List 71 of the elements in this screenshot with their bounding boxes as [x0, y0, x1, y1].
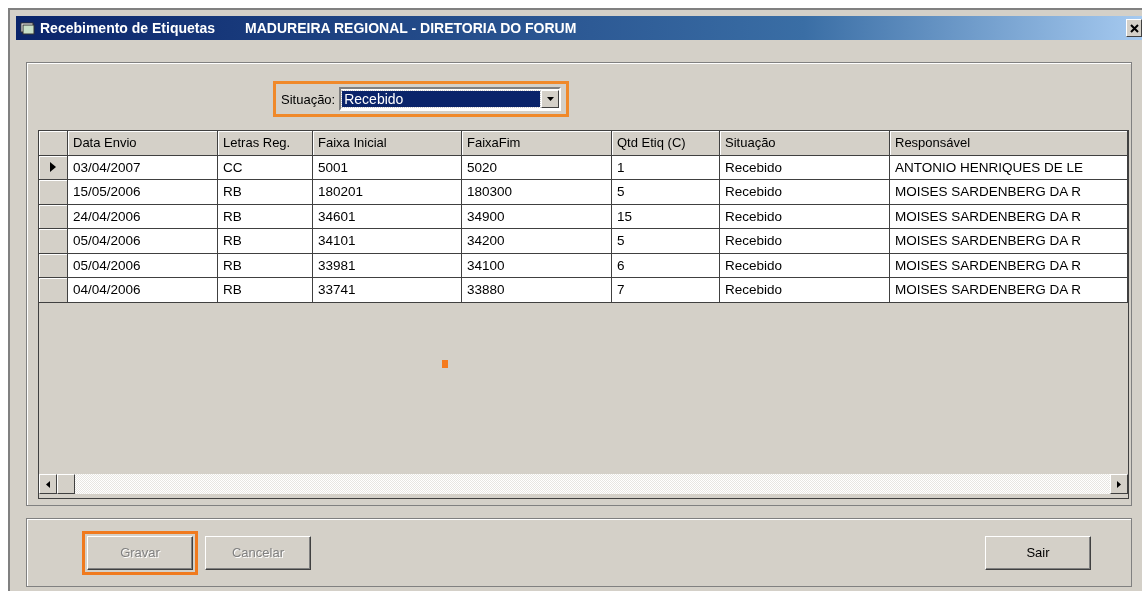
table-cell: MOISES SARDENBERG DA R [890, 253, 1128, 278]
table-cell: 5 [612, 229, 720, 254]
row-selector[interactable] [39, 229, 68, 254]
row-selector[interactable] [39, 253, 68, 278]
table-cell: 34101 [313, 229, 462, 254]
window-title: Recebimento de Etiquetas [40, 20, 216, 36]
scroll-left-button[interactable] [39, 474, 57, 494]
table-cell: 5 [612, 180, 720, 205]
table-cell: RB [218, 229, 313, 254]
table-cell: 05/04/2006 [68, 253, 218, 278]
table-cell: RB [218, 204, 313, 229]
horizontal-scrollbar[interactable] [39, 474, 1128, 494]
table-cell: MOISES SARDENBERG DA R [890, 229, 1128, 254]
column-header[interactable]: Situação [720, 131, 890, 156]
table-cell: Recebido [720, 278, 890, 303]
table-cell: MOISES SARDENBERG DA R [890, 180, 1128, 205]
window-icon [20, 21, 36, 35]
table-cell: 180201 [313, 180, 462, 205]
dropdown-arrow-icon [546, 97, 554, 101]
table-cell: 24/04/2006 [68, 204, 218, 229]
row-selector[interactable] [39, 155, 68, 180]
table-cell: 05/04/2006 [68, 229, 218, 254]
window-subtitle: MADUREIRA REGIONAL - DIRETORIA DO FORUM [245, 20, 577, 36]
table-cell: 15 [612, 204, 720, 229]
left-arrow-icon [46, 480, 50, 488]
table-cell: 5001 [313, 155, 462, 180]
scroll-thumb[interactable] [57, 474, 75, 494]
table-cell: 03/04/2007 [68, 155, 218, 180]
table-cell: 180300 [462, 180, 612, 205]
table-cell: RB [218, 253, 313, 278]
table-cell: RB [218, 180, 313, 205]
filter-label: Situação: [281, 91, 336, 107]
table-cell: 33741 [313, 278, 462, 303]
table-cell: Recebido [720, 155, 890, 180]
table-cell: 5020 [462, 155, 612, 180]
table-cell: 04/04/2006 [68, 278, 218, 303]
column-header[interactable]: Responsável [890, 131, 1128, 156]
column-header[interactable]: Data Envio [68, 131, 218, 156]
table-cell: MOISES SARDENBERG DA R [890, 278, 1128, 303]
action-button[interactable]: Sair [985, 535, 1091, 570]
scroll-right-button[interactable] [1110, 474, 1128, 494]
column-header[interactable]: FaixaFim [462, 131, 612, 156]
right-arrow-icon [1117, 480, 1121, 488]
table-cell: 33880 [462, 278, 612, 303]
current-row-icon [50, 162, 56, 173]
row-selector[interactable] [39, 180, 68, 205]
table-cell: 15/05/2006 [68, 180, 218, 205]
table-cell: Recebido [720, 253, 890, 278]
table-cell: RB [218, 278, 313, 303]
row-selector[interactable] [39, 204, 68, 229]
table-cell: Recebido [720, 204, 890, 229]
table-cell: MOISES SARDENBERG DA R [890, 204, 1128, 229]
table-cell: CC [218, 155, 313, 180]
table-cell: 33981 [313, 253, 462, 278]
table-cell: 34200 [462, 229, 612, 254]
table-cell: 34601 [313, 204, 462, 229]
table-cell: 7 [612, 278, 720, 303]
table-cell: 1 [612, 155, 720, 180]
table-cell: 6 [612, 253, 720, 278]
table-cell: Recebido [720, 229, 890, 254]
row-selector[interactable] [39, 278, 68, 303]
column-header[interactable]: Faixa Inicial [313, 131, 462, 156]
table-cell: 34900 [462, 204, 612, 229]
close-button[interactable] [1126, 19, 1142, 37]
table-cell: ANTONIO HENRIQUES DE LE [890, 155, 1128, 180]
situation-dropdown[interactable]: Recebido [339, 87, 562, 111]
table-cell: Recebido [720, 180, 890, 205]
table-cell: 34100 [462, 253, 612, 278]
close-icon [1129, 23, 1139, 33]
column-header[interactable]: Letras Reg. [218, 131, 313, 156]
column-header[interactable]: Qtd Etiq (C) [612, 131, 720, 156]
